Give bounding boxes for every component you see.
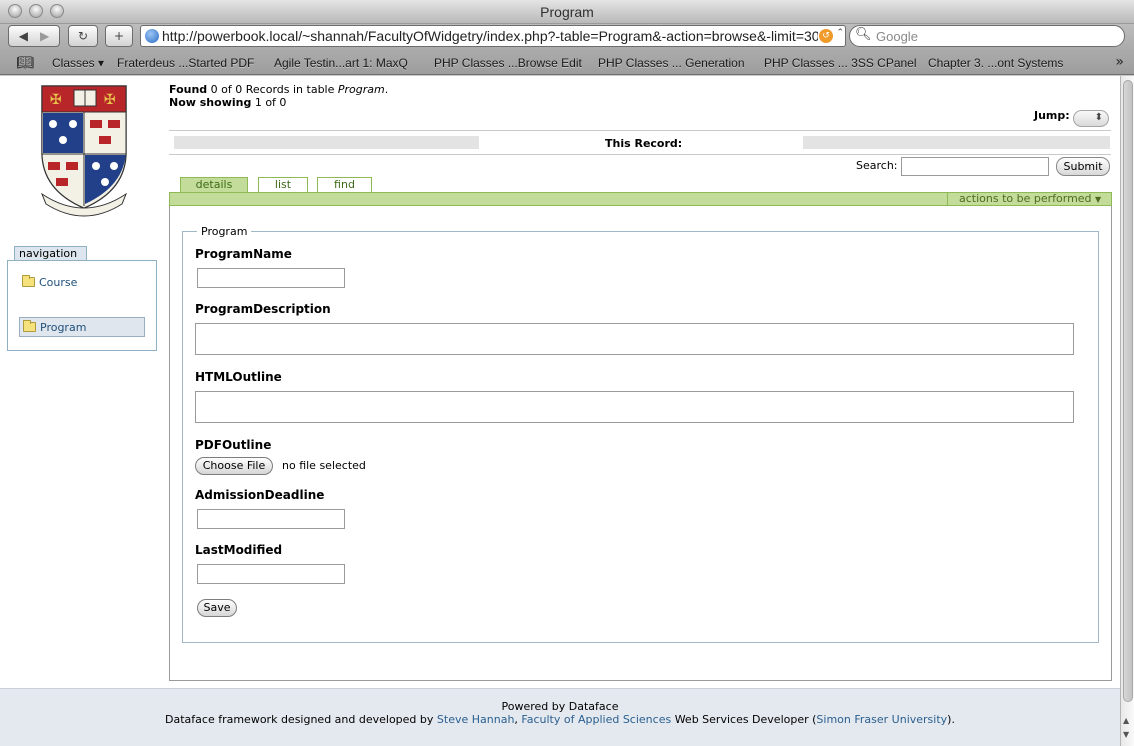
found-period: . (384, 83, 389, 96)
save-button[interactable]: Save (197, 599, 237, 617)
tab-details[interactable]: details (180, 177, 248, 193)
bookmarks-bar: 📖︎ Classes ▾ Fraterdeus ...Started PDF A… (0, 52, 1134, 75)
search-input[interactable] (901, 157, 1049, 176)
last-modified-input[interactable] (197, 564, 345, 584)
actions-menu[interactable]: actions to be performed ▼ (947, 192, 1112, 206)
scrollbar-thumb[interactable] (1123, 80, 1133, 702)
html-outline-label: HTMLOutline (195, 370, 282, 384)
next-record-bar[interactable] (803, 136, 1110, 149)
choose-file-button[interactable]: Choose File (195, 457, 273, 475)
scroll-up-icon[interactable]: ▲ (1123, 716, 1129, 725)
back-forward-buttons[interactable]: ◀ ▶ (8, 25, 60, 47)
svg-text:✠: ✠ (50, 92, 62, 108)
this-record-label: This Record: (605, 137, 683, 150)
more-bookmarks-icon[interactable]: » (1115, 54, 1124, 70)
search-icon: 🔍︎ (855, 27, 872, 42)
tab-find[interactable]: find (317, 177, 372, 192)
program-description-textarea[interactable] (195, 323, 1074, 355)
open-book-icon[interactable]: 📖︎ (16, 55, 34, 71)
now-showing-text: Now showing 1 of 0 (169, 96, 286, 109)
last-modified-label: LastModified (195, 543, 283, 557)
window-title: Program (540, 4, 594, 20)
folder-icon (22, 275, 35, 287)
showing-label: Now showing (169, 96, 252, 109)
svg-text:✠: ✠ (104, 92, 116, 108)
snapback-icon[interactable]: ↺ (819, 29, 833, 43)
html-outline-textarea[interactable] (195, 391, 1074, 423)
address-bar[interactable]: http://powerbook.local/~shannah/FacultyO… (140, 25, 846, 47)
back-arrow-icon[interactable]: ◀ (19, 29, 28, 43)
showing-count: 1 of 0 (251, 96, 287, 109)
pdf-outline-label: PDFOutline (195, 438, 272, 452)
admission-deadline-label: AdmissionDeadline (195, 488, 325, 502)
found-records-text: Found 0 of 0 Records in table Program. (169, 83, 388, 96)
jump-label: Jump: (1034, 109, 1070, 122)
no-file-text: no file selected (282, 459, 366, 472)
web-page: ✠ ✠ navigation Course Program Found 0 of… (0, 76, 1120, 746)
web-search-field[interactable]: 🔍︎ Google (849, 25, 1125, 47)
found-label: Found (169, 83, 208, 96)
university-crest-logo: ✠ ✠ (40, 85, 128, 217)
bookmark-item[interactable]: Agile Testin...art 1: MaxQ (274, 56, 408, 70)
reload-button[interactable]: ↻ (68, 25, 98, 47)
search-placeholder: Google (876, 29, 918, 44)
jump-select[interactable] (1073, 110, 1109, 127)
triangle-down-icon: ▼ (1095, 195, 1102, 204)
prev-record-bar[interactable] (174, 136, 479, 149)
reload-icon: ↻ (77, 29, 89, 43)
scroll-down-icon[interactable]: ▼ (1123, 730, 1129, 739)
window-titlebar: Program (0, 0, 1134, 24)
bookmark-item[interactable]: Classes ▾ (52, 56, 104, 70)
credits-text: Dataface framework designed and develope… (0, 713, 1120, 726)
tab-list[interactable]: list (258, 177, 308, 192)
bookmark-item[interactable]: Chapter 3. ...ont Systems (928, 56, 1063, 70)
site-globe-icon (145, 29, 159, 43)
powered-by-text: Powered by Dataface (501, 700, 619, 713)
vertical-scrollbar[interactable]: ▲ ▼ (1120, 76, 1134, 746)
forward-arrow-icon[interactable]: ▶ (40, 29, 49, 43)
nav-item-label[interactable]: Program (40, 321, 86, 334)
bookmark-item[interactable]: PHP Classes ... 3SS CPanel (764, 56, 917, 70)
nav-item-program[interactable]: Program (19, 317, 145, 337)
author-link[interactable]: Steve Hannah (437, 713, 515, 726)
credits-prefix: Dataface framework designed and develope… (165, 713, 437, 726)
browser-toolbar: ◀ ▶ ↻ + http://powerbook.local/~shannah/… (0, 24, 1134, 52)
submit-button[interactable]: Submit (1056, 157, 1110, 176)
nav-item-label[interactable]: Course (39, 276, 77, 289)
divider (169, 154, 1111, 155)
fieldset-legend: Program (197, 225, 252, 238)
folder-icon (23, 320, 36, 332)
bookmark-item[interactable]: PHP Classes ...Browse Edit (434, 56, 582, 70)
navigation-title: navigation (14, 246, 87, 261)
credits-middle: Web Services Developer ( (671, 713, 817, 726)
page-footer: Powered by Dataface Dataface framework d… (0, 688, 1120, 746)
add-bookmark-button[interactable]: + (105, 25, 133, 47)
found-count: 0 of 0 Records in table (207, 83, 338, 96)
program-description-label: ProgramDescription (195, 302, 331, 316)
search-label: Search: (856, 159, 898, 172)
admission-deadline-input[interactable] (197, 509, 345, 529)
bookmark-item[interactable]: Fraterdeus ...Started PDF (117, 56, 254, 70)
actions-label[interactable]: actions to be performed (959, 192, 1092, 205)
divider (169, 130, 1111, 131)
address-text[interactable]: http://powerbook.local/~shannah/FacultyO… (162, 28, 818, 44)
faculty-link[interactable]: Faculty of Applied Sciences (521, 713, 671, 726)
bookmark-item[interactable]: PHP Classes ... Generation (598, 56, 745, 70)
credits-suffix: ). (947, 713, 955, 726)
navigation-panel: Course Program (7, 260, 157, 351)
program-name-input[interactable] (197, 268, 345, 288)
chevron-updown-icon[interactable]: ⌃ (836, 28, 844, 38)
plus-icon: + (113, 29, 125, 43)
nav-item-course[interactable]: Course (19, 272, 145, 292)
table-name: Program (337, 83, 385, 96)
university-link[interactable]: Simon Fraser University (816, 713, 947, 726)
program-name-label: ProgramName (195, 247, 292, 261)
